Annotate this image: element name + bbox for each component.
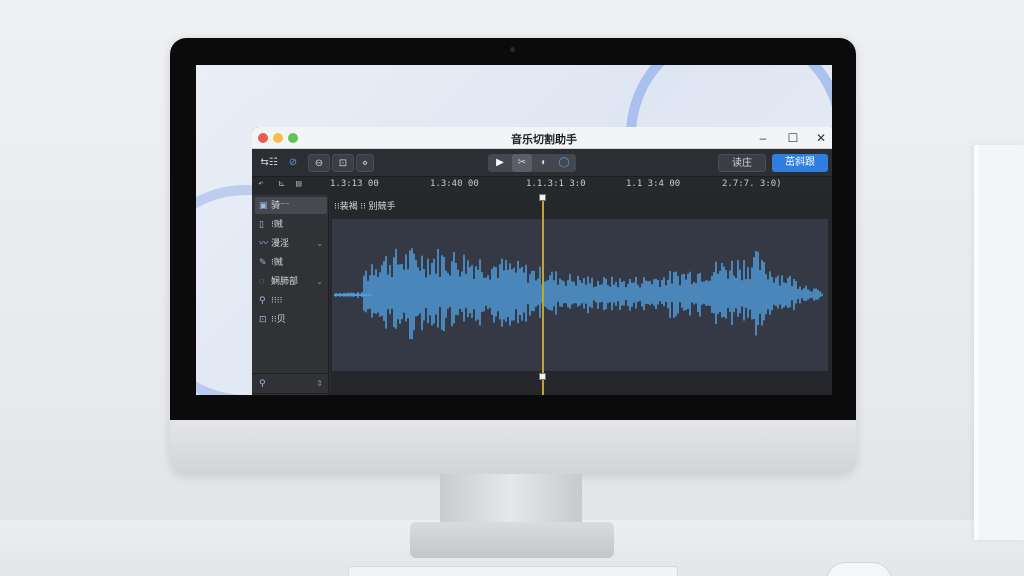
sidebar-item-shape[interactable]: ◌ 娴肺部 ⌄ — [255, 273, 327, 290]
ruler-tick-label: 1.3:40 00 — [430, 179, 479, 189]
window-title: 音乐切割助手 — [511, 134, 577, 146]
sidebar-item-label: ⁝贼 — [271, 219, 283, 229]
more-icon[interactable]: ⋄ — [356, 154, 374, 172]
screen: 音乐切割助手 – ☐ ✕ ⇆☷ ⊘ ⊖ ⊡ ⋄ ▶ ✂ ◐ ◯ 读庄 茁斜跟 ↶… — [196, 65, 832, 395]
monitor-chin — [170, 420, 856, 474]
pen-icon: ✎ — [259, 257, 267, 267]
undo-icon[interactable]: ↶ — [258, 179, 263, 189]
close-button[interactable]: ✕ — [812, 129, 830, 147]
toolbar: ⇆☷ ⊘ ⊖ ⊡ ⋄ ▶ ✂ ◐ ◯ 读庄 茁斜跟 — [252, 149, 832, 177]
sidebar-item-key[interactable]: ⚲ ⁝⁝⁝⁝ — [255, 292, 327, 309]
sidebar-item-doc[interactable]: ▯ ⁝贼 — [255, 216, 327, 233]
maximize-button[interactable]: ☐ — [784, 129, 802, 147]
sidebar-item-label: 骑⁻⁻ — [271, 200, 290, 210]
sidebar-item-label: ⁝⁝贝 — [271, 314, 286, 324]
playhead[interactable] — [539, 194, 546, 395]
key-icon: ⚲ — [259, 295, 266, 305]
chevron-down-icon: ⌄ — [316, 239, 323, 248]
record-icon[interactable]: ◐ — [534, 154, 554, 172]
app-window: 音乐切割助手 – ☐ ✕ ⇆☷ ⊘ ⊖ ⊡ ⋄ ▶ ✂ ◐ ◯ 读庄 茁斜跟 ↶… — [252, 127, 832, 395]
ruler-tick-label: 1.3:13 00 — [330, 179, 379, 189]
title-bar: 音乐切割助手 – ☐ ✕ — [252, 127, 832, 149]
export-button[interactable]: 茁斜跟 — [772, 154, 828, 172]
region-label: ⁝⁝装褐 ⁝⁝ 别兢手 — [334, 201, 396, 211]
cut-icon[interactable]: ✂ — [512, 154, 532, 172]
sidebar-item-pen[interactable]: ✎ ⁝贼 — [255, 254, 327, 271]
waveform-panel[interactable] — [332, 219, 828, 371]
doc-icon: ▯ — [259, 219, 264, 229]
monitor: 音乐切割助手 – ☐ ✕ ⇆☷ ⊘ ⊖ ⊡ ⋄ ▶ ✂ ◐ ◯ 读庄 茁斜跟 ↶… — [170, 38, 856, 474]
trim-icon[interactable]: ⊾ — [278, 179, 286, 189]
curve-icon: 〰 — [259, 238, 269, 248]
keyboard — [348, 566, 678, 576]
monitor-base — [410, 522, 614, 558]
sidebar-item-label: ⁝⁝⁝⁝ — [271, 295, 283, 305]
shape-icon: ◌ — [259, 276, 265, 286]
image-icon: ⊡ — [259, 314, 267, 324]
editor-area: ⁝⁝装褐 ⁝⁝ 别兢手 — [330, 194, 832, 395]
search-icon: ⚲ — [259, 378, 266, 388]
ruler-tick-label: 2.7:7. 3:0) — [722, 179, 782, 189]
chevron-down-icon: ⌄ — [316, 277, 323, 286]
divider — [252, 393, 329, 394]
sidebar-item-label: 漫淫 — [271, 238, 290, 248]
list-icon[interactable]: ⇆☷ — [258, 154, 280, 172]
sidebar-item-search[interactable]: ⚲ ⇕ — [255, 375, 327, 392]
sidebar-item-label: ⁝贼 — [271, 257, 283, 267]
monitor-bezel: 音乐切割助手 – ☐ ✕ ⇆☷ ⊘ ⊖ ⊡ ⋄ ▶ ✂ ◐ ◯ 读庄 茁斜跟 ↶… — [170, 38, 856, 420]
circle-icon[interactable]: ◯ — [554, 154, 574, 172]
sidebar-item-layers[interactable]: ▣ 骑⁻⁻ — [255, 197, 327, 214]
waveform-path — [335, 248, 823, 340]
camera — [510, 47, 515, 52]
pen-icon[interactable]: ⊘ — [284, 154, 302, 172]
sidebar-item-label: 娴肺部 — [271, 276, 299, 286]
sidebar-item-curve[interactable]: 〰漫淫 ⌄ — [255, 235, 327, 252]
chevron-down-icon: ⇕ — [316, 379, 323, 388]
ruler-tick-label: 1.1.3:1 3:0 — [526, 179, 586, 189]
divider — [252, 373, 329, 374]
ruler-tick-label: 1.1 3:4 00 — [626, 179, 681, 189]
ruler-bar: ↶ ⊾ ▤ 1.3:13 00 1.3:40 00 1.1.3:1 3:0 1.… — [252, 177, 832, 195]
shelf — [974, 145, 1024, 540]
sidebar-item-image[interactable]: ⊡ ⁝⁝贝 — [255, 311, 327, 328]
preview-button[interactable]: 读庄 — [718, 154, 766, 172]
playhead-top-handle[interactable] — [539, 194, 546, 201]
play-icon[interactable]: ▶ — [490, 154, 510, 172]
monitor-stand — [440, 474, 582, 526]
export-icon[interactable]: ⊡ — [332, 154, 354, 172]
playhead-bottom-handle[interactable] — [539, 373, 546, 380]
loop-icon[interactable]: ⊖ — [308, 154, 330, 172]
sidebar: ▣ 骑⁻⁻ ▯ ⁝贼 〰漫淫 ⌄ ✎ ⁝贼 ◌ 娴肺部 ⌄ ⚲ ⁝⁝⁝⁝ ⊡ ⁝… — [252, 195, 329, 395]
waveform — [334, 248, 823, 340]
minimize-button[interactable]: – — [754, 129, 772, 147]
layer-icon: ▣ — [259, 200, 268, 210]
mouse — [826, 562, 892, 576]
clip-icon[interactable]: ▤ — [296, 179, 301, 189]
